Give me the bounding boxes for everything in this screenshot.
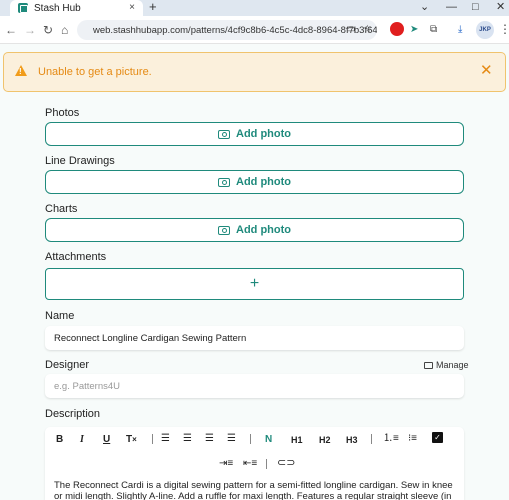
browser-tab[interactable]: Stash Hub ×: [10, 0, 143, 16]
error-alert: Unable to get a picture. ✕: [3, 52, 506, 92]
attachments-label: Attachments: [45, 251, 107, 263]
clear-format-icon[interactable]: T×: [126, 434, 137, 446]
checklist-icon[interactable]: ✓: [432, 432, 443, 443]
name-field[interactable]: Reconnect Longline Cardigan Sewing Patte…: [45, 326, 464, 350]
stash-hub-favicon-icon: [18, 3, 28, 13]
address-bar[interactable]: web.stashhubapp.com/patterns/4cf9c8b6-4c…: [77, 20, 377, 40]
numbered-list-icon[interactable]: ⒈≡: [383, 433, 399, 445]
align-justify-icon[interactable]: ☰: [227, 433, 236, 445]
charts-label: Charts: [45, 203, 78, 215]
designer-field[interactable]: e.g. Patterns4U: [45, 374, 464, 398]
browser-tab-bar: Stash Hub × + ⌄ — □ ✕: [0, 0, 509, 16]
toolbar-divider: [250, 434, 251, 444]
bold-button[interactable]: B: [56, 434, 63, 446]
new-tab-icon[interactable]: +: [149, 0, 157, 14]
manage-icon: [424, 361, 433, 369]
alert-message: Unable to get a picture.: [38, 66, 152, 78]
normal-text-button[interactable]: N: [265, 434, 272, 446]
bullet-list-icon[interactable]: ⁝≡: [408, 433, 417, 445]
star-icon[interactable]: ☆: [363, 24, 372, 35]
add-photo-label: Add photo: [236, 176, 291, 188]
browser-toolbar: ← → ↻ ⌂ web.stashhubapp.com/patterns/4cf…: [0, 16, 509, 44]
window-close-icon[interactable]: ✕: [496, 0, 505, 14]
forward-icon[interactable]: →: [24, 23, 36, 37]
home-icon[interactable]: ⌂: [61, 23, 68, 37]
maximize-icon[interactable]: □: [472, 0, 479, 14]
add-chart-button[interactable]: Add photo: [45, 218, 464, 242]
minimize-icon[interactable]: —: [446, 0, 457, 14]
line-drawings-label: Line Drawings: [45, 155, 115, 167]
toolbar-divider: [152, 434, 153, 444]
description-text[interactable]: The Reconnect Cardi is a digital sewing …: [54, 480, 459, 500]
link-icon[interactable]: ⊂⊃: [277, 457, 295, 469]
toolbar-divider: [266, 459, 267, 469]
italic-button[interactable]: I: [80, 434, 84, 446]
install-icon[interactable]: ▭: [346, 24, 355, 35]
extension-red-icon[interactable]: [390, 22, 404, 36]
tab-close-icon[interactable]: ×: [129, 2, 135, 13]
align-center-icon[interactable]: ☰: [183, 433, 192, 445]
warning-icon: [15, 65, 27, 76]
profile-avatar[interactable]: JKP: [476, 21, 494, 39]
add-photo-label: Add photo: [236, 224, 291, 236]
add-line-drawing-button[interactable]: Add photo: [45, 170, 464, 194]
heading-3-button[interactable]: H3: [346, 434, 358, 446]
add-photo-label: Add photo: [236, 128, 291, 140]
add-attachment-button[interactable]: +: [45, 268, 464, 300]
add-photo-button[interactable]: Add photo: [45, 122, 464, 146]
tab-search-icon[interactable]: ⌄: [420, 0, 429, 14]
reload-icon[interactable]: ↻: [43, 23, 53, 37]
manage-label: Manage: [436, 360, 469, 370]
camera-icon: [218, 129, 230, 139]
extension-icon[interactable]: ⧉: [430, 24, 437, 35]
camera-icon: [218, 225, 230, 235]
download-icon[interactable]: ⤓: [458, 24, 462, 35]
description-label: Description: [45, 408, 101, 420]
outdent-icon[interactable]: ⇤≡: [243, 458, 257, 470]
underline-button[interactable]: U: [103, 434, 110, 446]
align-left-icon[interactable]: ☰: [161, 433, 170, 445]
extension-teal-icon[interactable]: ➤: [410, 24, 418, 35]
toolbar-divider: [371, 434, 372, 444]
menu-icon[interactable]: ⋮: [499, 22, 509, 36]
align-right-icon[interactable]: ☰: [205, 433, 214, 445]
camera-icon: [218, 177, 230, 187]
alert-close-icon[interactable]: ✕: [480, 63, 493, 79]
heading-1-button[interactable]: H1: [291, 434, 303, 446]
back-icon[interactable]: ←: [5, 23, 17, 37]
photos-label: Photos: [45, 107, 80, 119]
tab-title: Stash Hub: [34, 2, 81, 14]
manage-designers-button[interactable]: Manage: [424, 360, 469, 370]
heading-2-button[interactable]: H2: [319, 434, 331, 446]
indent-icon[interactable]: ⇥≡: [219, 458, 233, 470]
url-text: web.stashhubapp.com/patterns/4cf9c8b6-4c…: [93, 24, 377, 36]
designer-label: Designer: [45, 359, 90, 371]
plus-icon: +: [249, 275, 260, 292]
name-label: Name: [45, 310, 75, 322]
